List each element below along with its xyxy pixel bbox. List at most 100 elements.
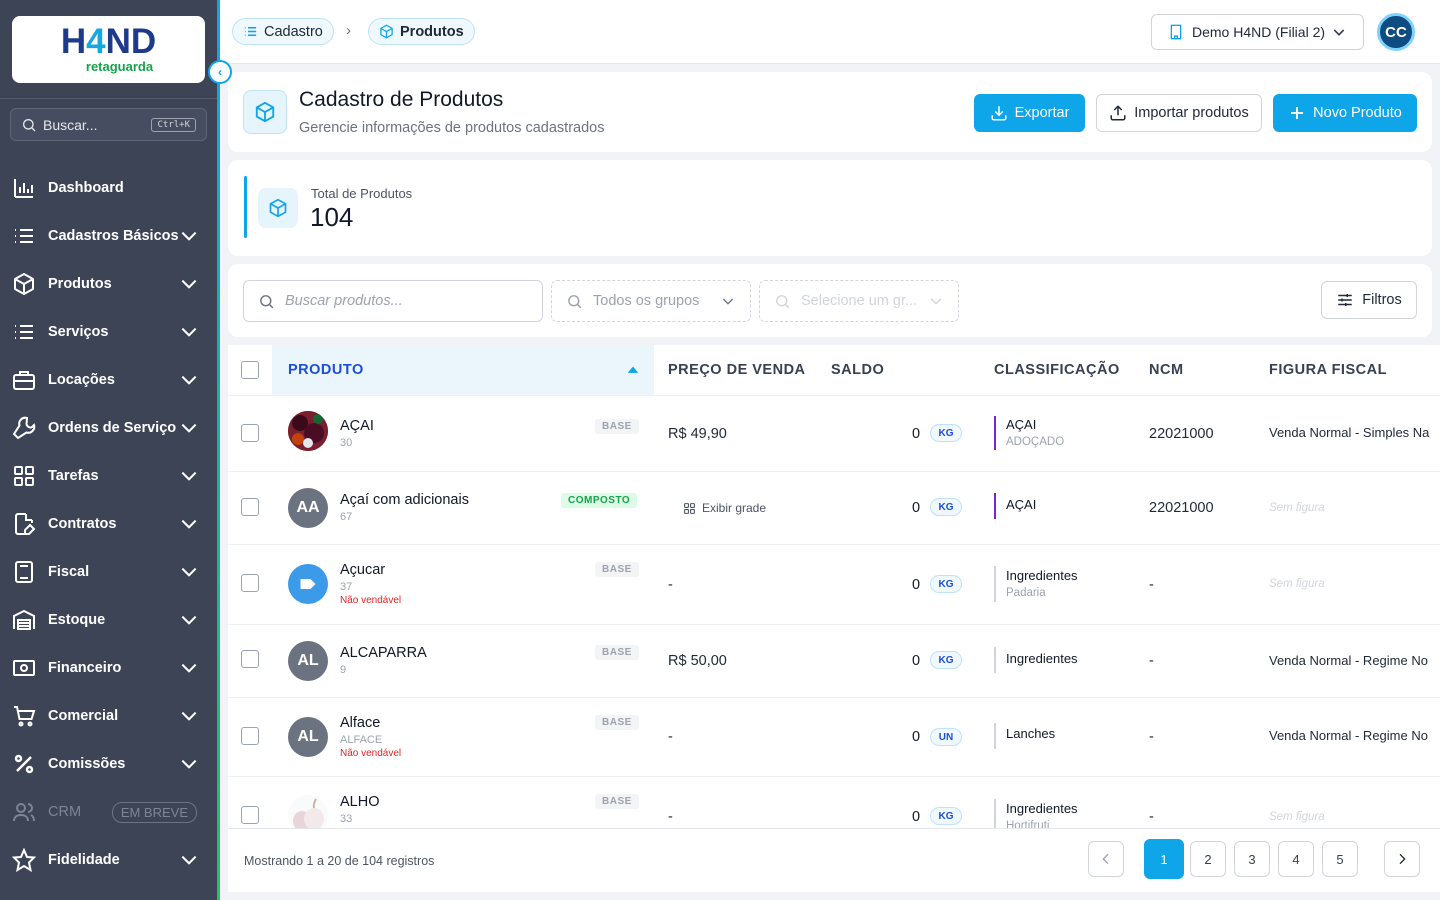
new-product-button[interactable]: Novo Produto: [1273, 94, 1417, 132]
breadcrumb-label: Produtos: [400, 23, 464, 40]
column-header-figura-fiscal[interactable]: FIGURA FISCAL: [1269, 345, 1387, 395]
chevron-down-icon: [1333, 29, 1345, 36]
product-search-input[interactable]: Buscar produtos...: [243, 280, 543, 322]
column-header-produto[interactable]: PRODUTO: [272, 345, 654, 395]
logo-subtitle: retaguarda: [85, 59, 154, 74]
group-select[interactable]: Todos os grupos: [551, 280, 751, 322]
chevron-down-icon: [181, 471, 197, 481]
tax-figure: Venda Normal - Regime No: [1269, 653, 1428, 668]
plus-icon: [1291, 107, 1304, 119]
new-product-label: Novo Produto: [1313, 105, 1402, 121]
total-products-value: 104: [310, 202, 354, 232]
sidebar-item-label: Fidelidade: [48, 852, 120, 868]
show-grid-link[interactable]: Exibir grade: [683, 501, 766, 515]
column-header-preco[interactable]: PREÇO DE VENDA: [668, 345, 806, 395]
sale-price: R$ 49,90: [668, 426, 727, 442]
money-icon: [13, 660, 35, 676]
box-icon: [14, 272, 34, 296]
ncm-code: 22021000: [1149, 500, 1214, 516]
column-header-saldo[interactable]: SALDO: [831, 345, 884, 395]
classification-bar: [994, 493, 996, 519]
filters-button[interactable]: Filtros: [1321, 281, 1417, 319]
filter-bar: Buscar produtos... Todos os grupos Selec…: [228, 264, 1432, 337]
sidebar-item-fiscal[interactable]: Fiscal: [0, 548, 217, 596]
sidebar-item-produtos[interactable]: Produtos: [0, 260, 217, 308]
unit-badge: KG: [930, 498, 962, 516]
import-products-button[interactable]: Importar produtos: [1096, 94, 1262, 132]
unit-badge: KG: [930, 807, 962, 825]
chevron-down-icon: [181, 519, 197, 529]
collapse-sidebar-button[interactable]: ‹: [208, 60, 232, 84]
box-icon: [243, 90, 287, 134]
row-checkbox[interactable]: [241, 498, 259, 516]
sidebar-item-label: CRM: [48, 804, 82, 820]
next-page-button[interactable]: [1384, 841, 1420, 877]
box-icon: [380, 24, 393, 39]
import-label: Importar produtos: [1134, 105, 1249, 121]
table-row[interactable]: Açucar 37 Não vendável BASE - 0 KG Ingre…: [228, 544, 1440, 624]
page-4-button[interactable]: 4: [1278, 841, 1314, 877]
sliders-icon: [1338, 294, 1352, 306]
search-icon: [568, 294, 582, 308]
sidebar-item-comissoes[interactable]: Comissões: [0, 740, 217, 788]
sidebar-item-ordens-servico[interactable]: Ordens de Serviço: [0, 404, 217, 452]
table-row[interactable]: AL ALCAPARRA 9 BASE R$ 50,00 0 KG Ingred…: [228, 624, 1440, 697]
row-checkbox[interactable]: [241, 727, 259, 745]
page-title: Cadastro de Produtos: [299, 88, 504, 111]
sidebar-item-fidelidade[interactable]: Fidelidade: [0, 836, 217, 884]
chevron-down-icon: [181, 279, 197, 289]
subgroup-select[interactable]: Selecione um gr...: [759, 280, 959, 322]
select-all-checkbox[interactable]: [241, 361, 259, 379]
table-row[interactable]: AL Alface ALFACE Não vendável BASE - 0 U…: [228, 697, 1440, 776]
export-button[interactable]: Exportar: [974, 94, 1085, 132]
page-5-button[interactable]: 5: [1322, 841, 1358, 877]
row-checkbox[interactable]: [241, 574, 259, 592]
sidebar-item-comercial[interactable]: Comercial: [0, 692, 217, 740]
sidebar-item-contratos[interactable]: Contratos: [0, 500, 217, 548]
export-label: Exportar: [1014, 105, 1070, 121]
breadcrumb-cadastro[interactable]: Cadastro: [232, 18, 334, 45]
table-row[interactable]: AÇAI 30 BASE R$ 49,90 0 KG AÇAI ADOÇADO …: [228, 395, 1440, 471]
sidebar-item-dashboard[interactable]: Dashboard: [0, 164, 217, 212]
page-3-button[interactable]: 3: [1234, 841, 1270, 877]
product-type-badge: BASE: [595, 419, 639, 434]
sidebar-item-label: Comissões: [48, 756, 126, 772]
sidebar-item-servicos[interactable]: Serviços: [0, 308, 217, 356]
unit-badge: KG: [930, 424, 962, 442]
row-checkbox[interactable]: [241, 806, 259, 824]
table-row[interactable]: AA Açaí com adicionais 67 COMPOSTO Exibi…: [228, 471, 1440, 544]
sidebar-item-financeiro[interactable]: Financeiro: [0, 644, 217, 692]
avatar[interactable]: CC: [1377, 13, 1415, 51]
sidebar-item-locacoes[interactable]: Locações: [0, 356, 217, 404]
store-selector[interactable]: Demo H4ND (Filial 2): [1151, 14, 1364, 50]
briefcase-icon: [13, 371, 35, 390]
calculator-icon: [15, 561, 33, 583]
sidebar-search[interactable]: Buscar... Ctrl+K: [10, 108, 207, 141]
prev-page-button[interactable]: [1088, 841, 1124, 877]
sale-price: -: [668, 577, 673, 593]
sidebar-item-cadastros-basicos[interactable]: Cadastros Básicos: [0, 212, 217, 260]
group-select-placeholder: Todos os grupos: [593, 293, 700, 309]
row-checkbox[interactable]: [241, 424, 259, 442]
table-row[interactable]: ALHO 33 BASE - 0 KG Ingredientes Hortifr…: [228, 776, 1440, 828]
stat-accent-bar: [244, 176, 247, 238]
column-header-ncm[interactable]: NCM: [1149, 345, 1184, 395]
sidebar-item-label: Cadastros Básicos: [48, 228, 179, 244]
sidebar-item-tarefas[interactable]: Tarefas: [0, 452, 217, 500]
upload-icon: [1110, 105, 1126, 121]
acai-image: [288, 411, 328, 451]
logo[interactable]: H4ND retaguarda: [12, 16, 205, 83]
sidebar-item-estoque[interactable]: Estoque: [0, 596, 217, 644]
row-checkbox[interactable]: [241, 650, 259, 668]
shortcut-hint: Ctrl+K: [151, 117, 196, 132]
classification-bar: [994, 416, 996, 450]
sidebar: H4ND retaguarda Buscar... Ctrl+K Dashboa…: [0, 0, 217, 900]
breadcrumb-produtos[interactable]: Produtos: [368, 18, 475, 45]
page-1-button[interactable]: 1: [1144, 839, 1184, 879]
product-avatar: AL: [288, 641, 328, 681]
column-header-classificacao[interactable]: CLASSIFICAÇÃO: [994, 345, 1120, 395]
records-summary: Mostrando 1 a 20 de 104 registros: [244, 854, 435, 868]
ncm-code: -: [1149, 809, 1154, 825]
page-2-button[interactable]: 2: [1190, 841, 1226, 877]
total-products-label: Total de Produtos: [311, 186, 413, 201]
